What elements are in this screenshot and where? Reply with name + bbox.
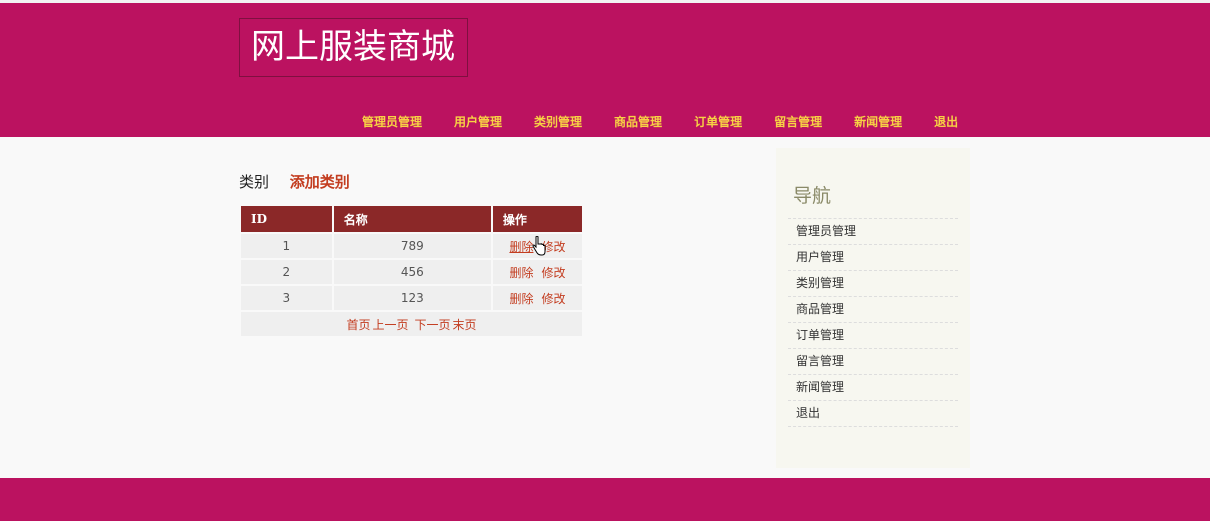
nav-admin-management[interactable]: 管理员管理	[346, 112, 438, 132]
pager: 首页 上一页 下一页 末页	[241, 312, 582, 336]
sidebar-item-message-management[interactable]: 留言管理	[788, 349, 958, 375]
sidebar: 导航 管理员管理 用户管理 类别管理 商品管理 订单管理 留言管理 新闻管理 退…	[776, 148, 970, 468]
table-row: 3 123 删除 修改	[241, 286, 582, 310]
category-table: ID 名称 操作 1 789 删除 修改 2 456 删除 修改 3 123 删除修…	[239, 204, 584, 338]
header-id: ID	[241, 206, 332, 232]
cell-name: 456	[333, 260, 491, 284]
nav-message-management[interactable]: 留言管理	[758, 112, 838, 132]
cell-name: 789	[333, 234, 491, 258]
delete-link[interactable]: 删除	[509, 240, 533, 254]
sidebar-item-user-management[interactable]: 用户管理	[788, 245, 958, 271]
section-title: 类别 添加类别	[239, 172, 350, 192]
delete-link[interactable]: 删除	[509, 266, 533, 280]
site-logo: 网上服装商城	[251, 27, 455, 67]
delete-link[interactable]: 删除	[509, 292, 533, 306]
logo-box[interactable]: 网上服装商城	[239, 18, 468, 77]
nav-product-management[interactable]: 商品管理	[598, 112, 678, 132]
hand-pointer-icon	[532, 236, 546, 256]
sidebar-item-news-management[interactable]: 新闻管理	[788, 375, 958, 401]
sidebar-list: 管理员管理 用户管理 类别管理 商品管理 订单管理 留言管理 新闻管理 退出	[788, 218, 958, 427]
pager-first[interactable]: 首页	[346, 318, 370, 332]
edit-link[interactable]: 修改	[541, 266, 565, 280]
sidebar-item-category-management[interactable]: 类别管理	[788, 271, 958, 297]
cell-id: 1	[241, 234, 332, 258]
edit-link[interactable]: 修改	[541, 292, 565, 306]
nav-category-management[interactable]: 类别管理	[518, 112, 598, 132]
header-name: 名称	[333, 206, 491, 232]
header-actions: 操作	[492, 206, 582, 232]
site-footer	[0, 478, 1210, 521]
nav-logout[interactable]: 退出	[918, 112, 974, 132]
pager-next[interactable]: 下一页	[415, 318, 451, 332]
table-row: 1 789 删除 修改	[241, 234, 582, 258]
site-header: 网上服装商城 管理员管理 用户管理 类别管理 商品管理 订单管理 留言管理 新闻管理 退出	[0, 3, 1210, 137]
sidebar-item-order-management[interactable]: 订单管理	[788, 323, 958, 349]
cell-name: 123	[333, 286, 491, 310]
table-header-row: ID 名称 操作	[241, 206, 582, 232]
nav-news-management[interactable]: 新闻管理	[838, 112, 918, 132]
pager-prev[interactable]: 上一页	[372, 318, 408, 332]
nav-user-management[interactable]: 用户管理	[438, 112, 518, 132]
sidebar-item-logout[interactable]: 退出	[788, 401, 958, 427]
sidebar-item-product-management[interactable]: 商品管理	[788, 297, 958, 323]
pager-row: 首页 上一页 下一页 末页	[241, 312, 582, 336]
add-category-link[interactable]: 添加类别	[290, 173, 350, 191]
cell-actions: 删除 修改	[492, 260, 582, 284]
main-nav: 管理员管理 用户管理 类别管理 商品管理 订单管理 留言管理 新闻管理 退出	[346, 111, 974, 131]
nav-order-management[interactable]: 订单管理	[678, 112, 758, 132]
cell-id: 3	[241, 286, 332, 310]
cell-id: 2	[241, 260, 332, 284]
sidebar-item-admin-management[interactable]: 管理员管理	[788, 219, 958, 245]
cell-actions: 删除 修改	[492, 286, 582, 310]
table-row: 2 456 删除 修改	[241, 260, 582, 284]
sidebar-title: 导航	[793, 185, 832, 207]
section-label: 类别	[239, 173, 270, 191]
pager-last[interactable]: 末页	[453, 318, 477, 332]
